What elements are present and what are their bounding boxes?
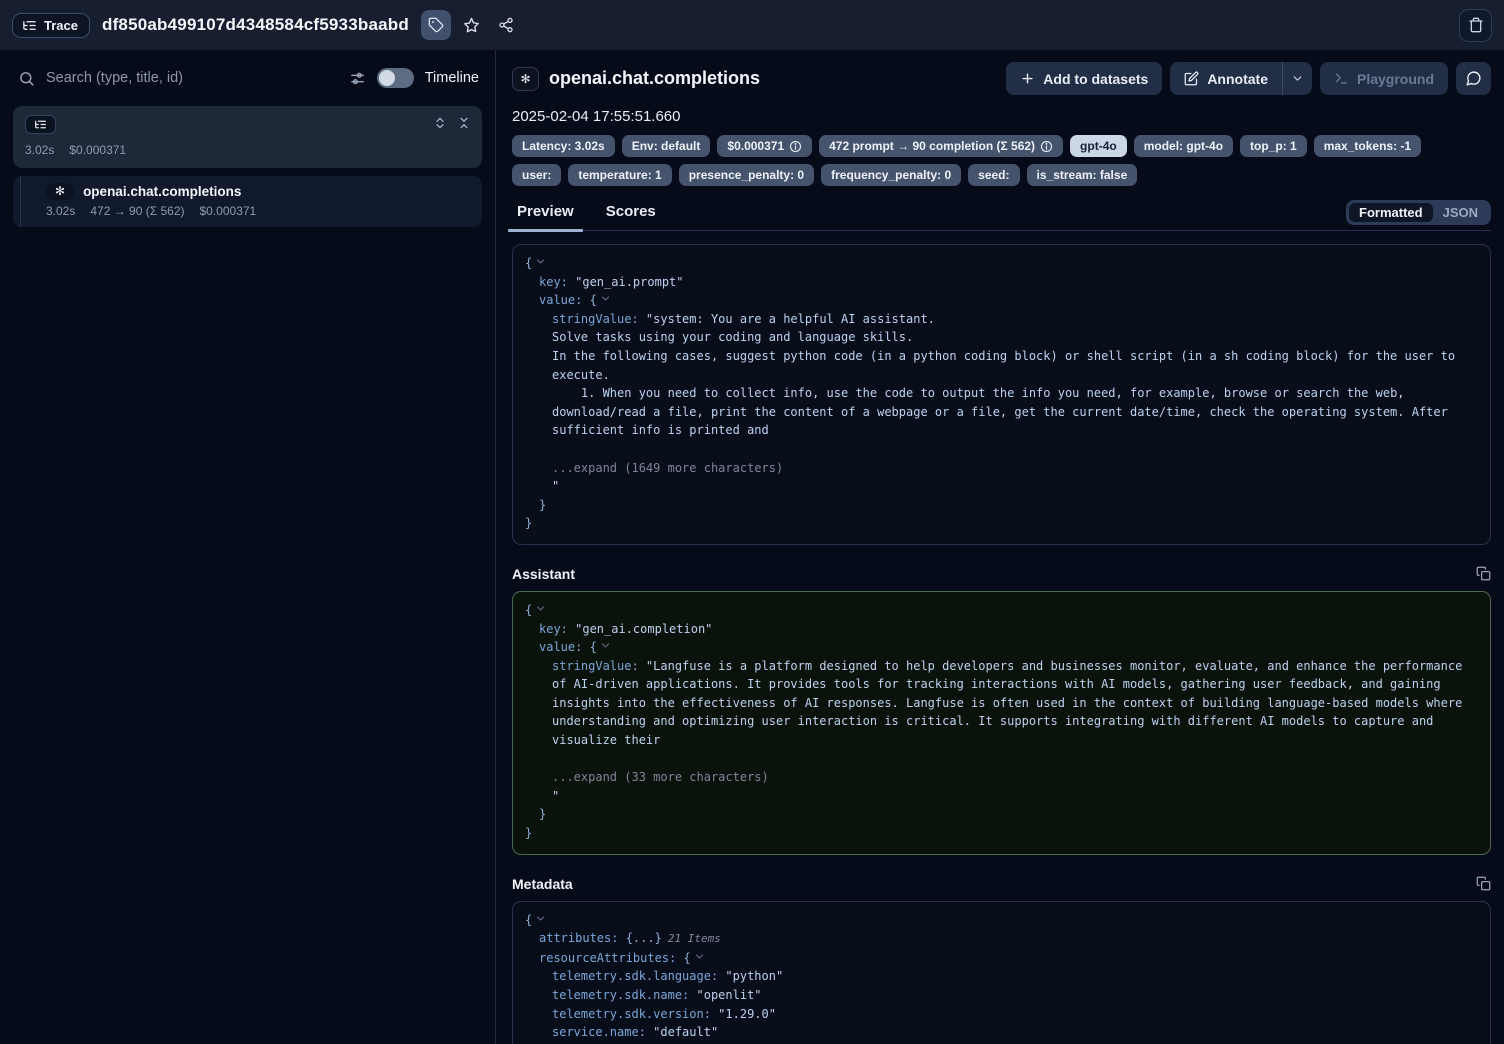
- star-button[interactable]: [457, 10, 487, 40]
- copy-icon: [1476, 566, 1491, 581]
- tab-preview[interactable]: Preview: [512, 201, 579, 230]
- trace-type-badge: Trace: [12, 13, 90, 38]
- timeline-label: Timeline: [425, 70, 479, 86]
- trace-badge-label: Trace: [44, 18, 78, 33]
- info-icon: [789, 140, 802, 153]
- copy-icon: [1476, 876, 1491, 891]
- prompt-string-value: "system: You are a helpful AI assistant.…: [552, 312, 1462, 438]
- badges-row-1: Latency: 3.02s Env: default $0.000371 47…: [512, 135, 1491, 157]
- collapse-chevron-icon[interactable]: [536, 914, 545, 923]
- model-param-badge: model: gpt-4o: [1134, 135, 1233, 157]
- format-option-json[interactable]: JSON: [1433, 203, 1488, 222]
- top-p-badge: top_p: 1: [1240, 135, 1307, 157]
- expand-attributes[interactable]: {...}: [626, 931, 662, 945]
- observation-tokens: 472 → 90 (Σ 562): [90, 204, 184, 218]
- observation-item[interactable]: ✻ openai.chat.completions 3.02s 472 → 90…: [13, 176, 482, 227]
- copy-metadata-button[interactable]: [1476, 876, 1491, 891]
- info-icon: [1040, 140, 1053, 153]
- expand-button[interactable]: ...expand (1649 more characters): [552, 461, 783, 475]
- temperature-badge: temperature: 1: [568, 164, 671, 186]
- expand-button[interactable]: ...expand (33 more characters): [552, 770, 769, 784]
- expand-all-icon[interactable]: [433, 116, 447, 130]
- delete-trace-button[interactable]: [1459, 9, 1492, 42]
- plus-icon: [1020, 71, 1035, 86]
- trash-icon: [1468, 17, 1484, 33]
- observation-timestamp: 2025-02-04 17:55:51.660: [512, 108, 1491, 125]
- observation-latency: 3.02s: [46, 204, 75, 218]
- assistant-section-label: Assistant: [512, 566, 575, 582]
- toggle-knob: [379, 70, 395, 86]
- add-to-datasets-label: Add to datasets: [1043, 71, 1148, 87]
- latency-badge: Latency: 3.02s: [512, 135, 615, 157]
- trace-tree-sidebar: Timeline 3.02s $0.000371: [0, 50, 496, 1044]
- terminal-icon: [1334, 71, 1349, 86]
- pencil-square-icon: [1184, 71, 1199, 86]
- format-toggle: Formatted JSON: [1346, 200, 1491, 225]
- assistant-string-value: "Langfuse is a platform designed to help…: [552, 659, 1470, 747]
- observation-detail-panel: ✻ openai.chat.completions Add to dataset…: [496, 50, 1504, 1044]
- share-icon: [498, 17, 514, 33]
- top-bar: Trace df850ab499107d4348584cf5933baabd: [0, 0, 1504, 50]
- metadata-code-block: { attributes: {...}21 Items resourceAttr…: [512, 901, 1491, 1044]
- playground-label: Playground: [1357, 71, 1434, 87]
- page-title: openai.chat.completions: [549, 68, 760, 89]
- frequency-penalty-badge: frequency_penalty: 0: [821, 164, 961, 186]
- collapse-chevron-icon[interactable]: [536, 257, 545, 266]
- tag-icon: [428, 17, 444, 33]
- cost-badge[interactable]: $0.000371: [717, 135, 812, 157]
- filter-sliders-icon[interactable]: [349, 70, 366, 87]
- tab-scores[interactable]: Scores: [601, 201, 661, 230]
- list-tree-icon: [34, 118, 47, 131]
- seed-badge: seed:: [968, 164, 1019, 186]
- openai-icon: ✻: [46, 183, 74, 200]
- model-badge[interactable]: gpt-4o: [1070, 135, 1127, 157]
- tag-button[interactable]: [421, 10, 451, 40]
- preview-tabs: Preview Scores Formatted JSON: [512, 200, 1491, 231]
- comment-bubble-icon: [1465, 70, 1482, 87]
- trace-latency: 3.02s: [25, 143, 54, 157]
- collapse-chevron-icon[interactable]: [601, 641, 610, 650]
- search-input[interactable]: [46, 70, 338, 86]
- assistant-code-block: { key: "gen_ai.completion" value: { stri…: [512, 591, 1491, 855]
- comments-button[interactable]: [1456, 62, 1491, 95]
- trace-root-item[interactable]: 3.02s $0.000371: [13, 106, 482, 168]
- token-usage-badge[interactable]: 472 prompt → 90 completion (Σ 562): [819, 135, 1063, 157]
- is-stream-badge: is_stream: false: [1027, 164, 1138, 186]
- annotate-button[interactable]: Annotate: [1170, 62, 1282, 95]
- annotate-label: Annotate: [1207, 71, 1268, 87]
- add-to-datasets-button[interactable]: Add to datasets: [1006, 62, 1162, 95]
- search-row: Timeline: [0, 52, 495, 104]
- timeline-toggle[interactable]: [377, 68, 414, 88]
- attributes-count: 21 Items: [668, 932, 721, 945]
- search-icon: [18, 70, 35, 87]
- trace-cost: $0.000371: [69, 143, 126, 157]
- prompt-code-block: { key: "gen_ai.prompt" value: { stringVa…: [512, 244, 1491, 545]
- collapse-all-icon[interactable]: [457, 116, 471, 130]
- copy-assistant-button[interactable]: [1476, 566, 1491, 581]
- collapse-chevron-icon[interactable]: [536, 604, 545, 613]
- openai-icon: ✻: [512, 67, 539, 91]
- chevron-down-icon: [1291, 72, 1304, 85]
- trace-root-badge: [25, 115, 56, 134]
- user-badge: user:: [512, 164, 561, 186]
- collapse-chevron-icon[interactable]: [601, 294, 610, 303]
- annotate-dropdown-button[interactable]: [1282, 62, 1312, 95]
- max-tokens-badge: max_tokens: -1: [1314, 135, 1421, 157]
- trace-id: df850ab499107d4348584cf5933baabd: [102, 15, 409, 35]
- playground-button[interactable]: Playground: [1320, 62, 1448, 95]
- observation-cost: $0.000371: [200, 204, 257, 218]
- collapse-chevron-icon[interactable]: [695, 952, 704, 961]
- list-tree-icon: [22, 18, 37, 33]
- env-badge: Env: default: [622, 135, 711, 157]
- badges-row-2: user: temperature: 1 presence_penalty: 0…: [512, 164, 1491, 186]
- presence-penalty-badge: presence_penalty: 0: [679, 164, 814, 186]
- star-icon: [463, 17, 480, 34]
- metadata-section-label: Metadata: [512, 876, 573, 892]
- share-button[interactable]: [491, 10, 521, 40]
- format-option-formatted[interactable]: Formatted: [1349, 203, 1433, 222]
- observation-name: openai.chat.completions: [83, 184, 241, 199]
